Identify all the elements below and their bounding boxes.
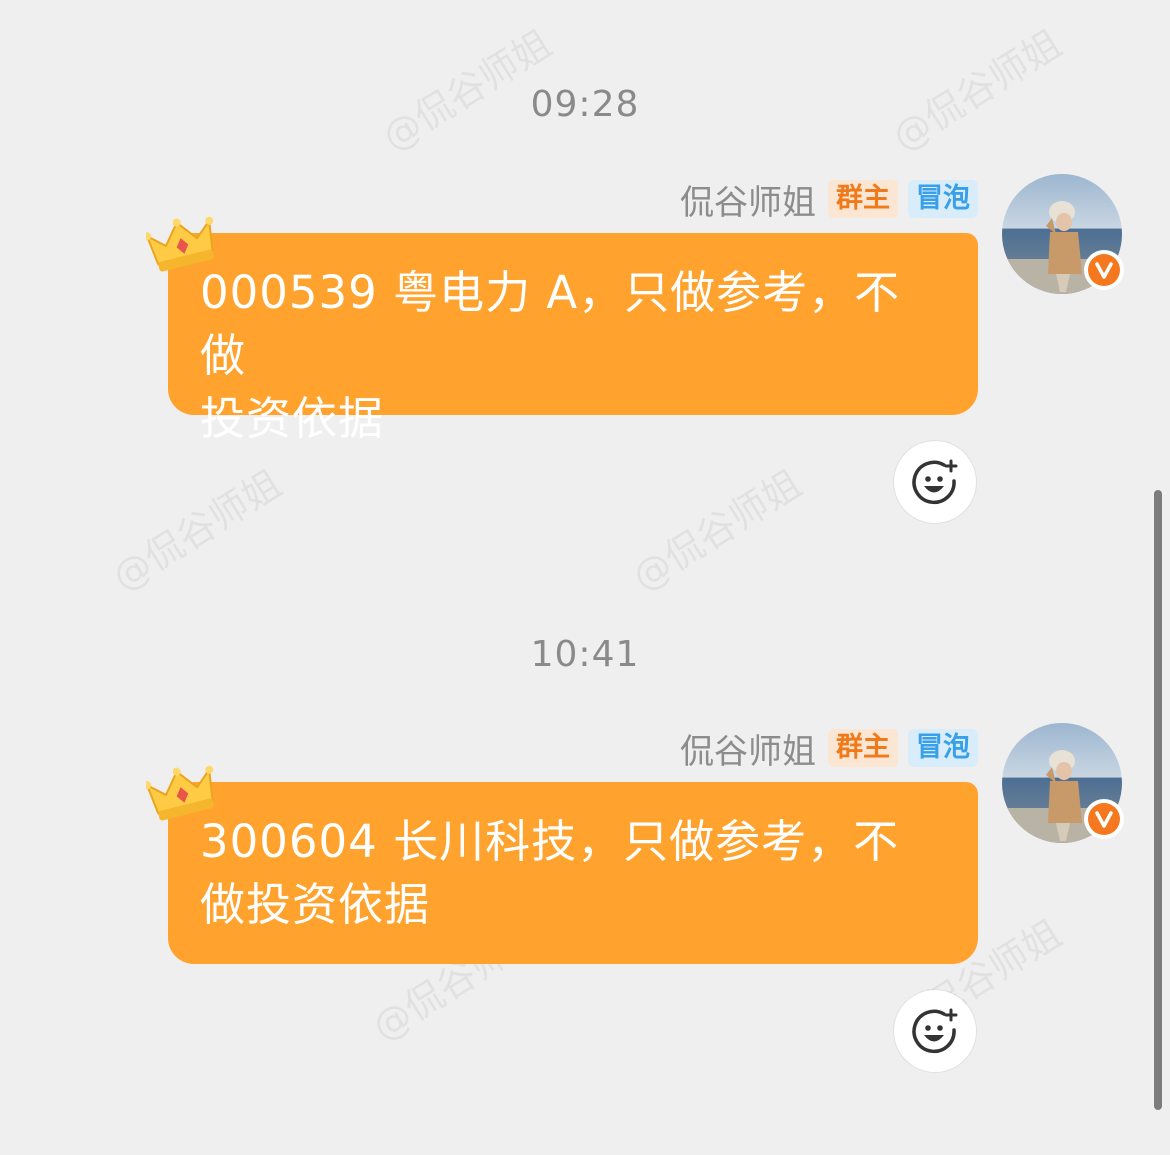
message-text-line: 投资依据	[200, 392, 385, 445]
message-bubble[interactable]: 000539 粤电力 A，只做参考，不做 投资依据	[168, 233, 978, 445]
verified-v-icon	[1084, 799, 1124, 839]
verified-v-icon	[1084, 250, 1124, 290]
watermark-layer: @侃谷师姐 @侃谷师姐 @侃谷师姐 @侃谷师姐 @侃谷师姐 @侃谷师姐	[0, 0, 1170, 1155]
avatar[interactable]	[1002, 723, 1124, 843]
message-text-line: 300604 长川科技，只做参考，不	[200, 815, 900, 868]
message-text-line: 000539 粤电力 A，只做参考，不做	[200, 266, 901, 382]
watermark: @侃谷师姐	[624, 461, 810, 600]
message-bubble[interactable]: 300604 长川科技，只做参考，不 做投资依据	[168, 782, 978, 964]
sender-info: 侃谷师姐 群主 冒泡	[680, 178, 978, 223]
message-timestamp: 10:41	[530, 634, 640, 675]
add-reaction-icon	[912, 459, 958, 505]
avatar[interactable]	[1002, 174, 1124, 294]
crown-icon	[143, 214, 218, 274]
group-owner-badge: 群主	[828, 729, 898, 767]
message-timestamp: 09:28	[530, 84, 640, 125]
crown-icon	[143, 763, 218, 823]
bubble-badge: 冒泡	[908, 729, 978, 767]
sender-info: 侃谷师姐 群主 冒泡	[680, 727, 978, 772]
add-reaction-icon	[912, 1008, 958, 1054]
bubble-badge: 冒泡	[908, 180, 978, 218]
message-text-line: 做投资依据	[200, 878, 431, 931]
group-owner-badge: 群主	[828, 180, 898, 218]
scrollbar[interactable]	[1154, 490, 1162, 1110]
add-reaction-button[interactable]	[894, 441, 976, 523]
watermark: @侃谷师姐	[104, 461, 290, 600]
sender-name[interactable]: 侃谷师姐	[680, 175, 816, 224]
sender-name[interactable]: 侃谷师姐	[680, 724, 816, 773]
add-reaction-button[interactable]	[894, 990, 976, 1072]
